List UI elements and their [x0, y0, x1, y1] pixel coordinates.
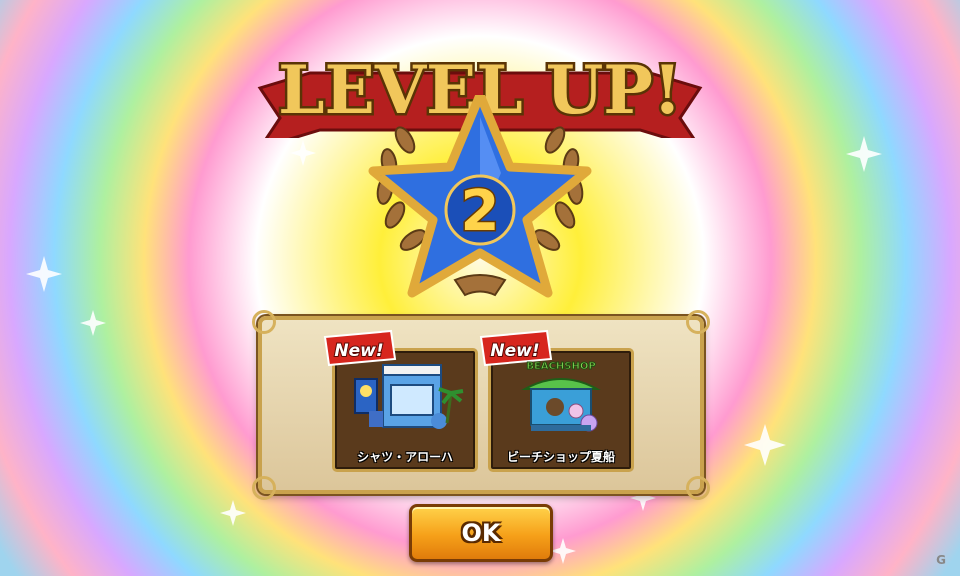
level-star-emblem: 2 [368, 95, 592, 298]
reward-item-beach-shop[interactable]: New! BEACHSHOP ビーチショップ夏船 [479, 329, 634, 472]
reward-item-name: シャツ・アローハ [357, 450, 453, 464]
panel-corner-ornament [686, 310, 710, 334]
panel-corner-ornament [252, 310, 276, 334]
watermark-logo: G [936, 553, 946, 567]
shirt-shop-building-icon [354, 364, 464, 429]
reward-item-shirt-shop[interactable]: New! シャツ・アローハ [323, 329, 478, 472]
level-number: 2 [461, 179, 500, 244]
beach-shop-building-icon: BEACHSHOP [521, 361, 601, 432]
panel-corner-ornament [252, 476, 276, 500]
panel-corner-ornament [686, 476, 710, 500]
ok-button[interactable]: OK [409, 504, 553, 562]
ok-button-label: OK [461, 519, 501, 547]
reward-item-name: ビーチショップ夏船 [506, 450, 615, 464]
new-unlocks-panel: New! シャツ・アローハ New! BEACHSHOP ビーチショップ夏船 [252, 310, 710, 500]
beach-shop-sign: BEACHSHOP [526, 361, 595, 372]
